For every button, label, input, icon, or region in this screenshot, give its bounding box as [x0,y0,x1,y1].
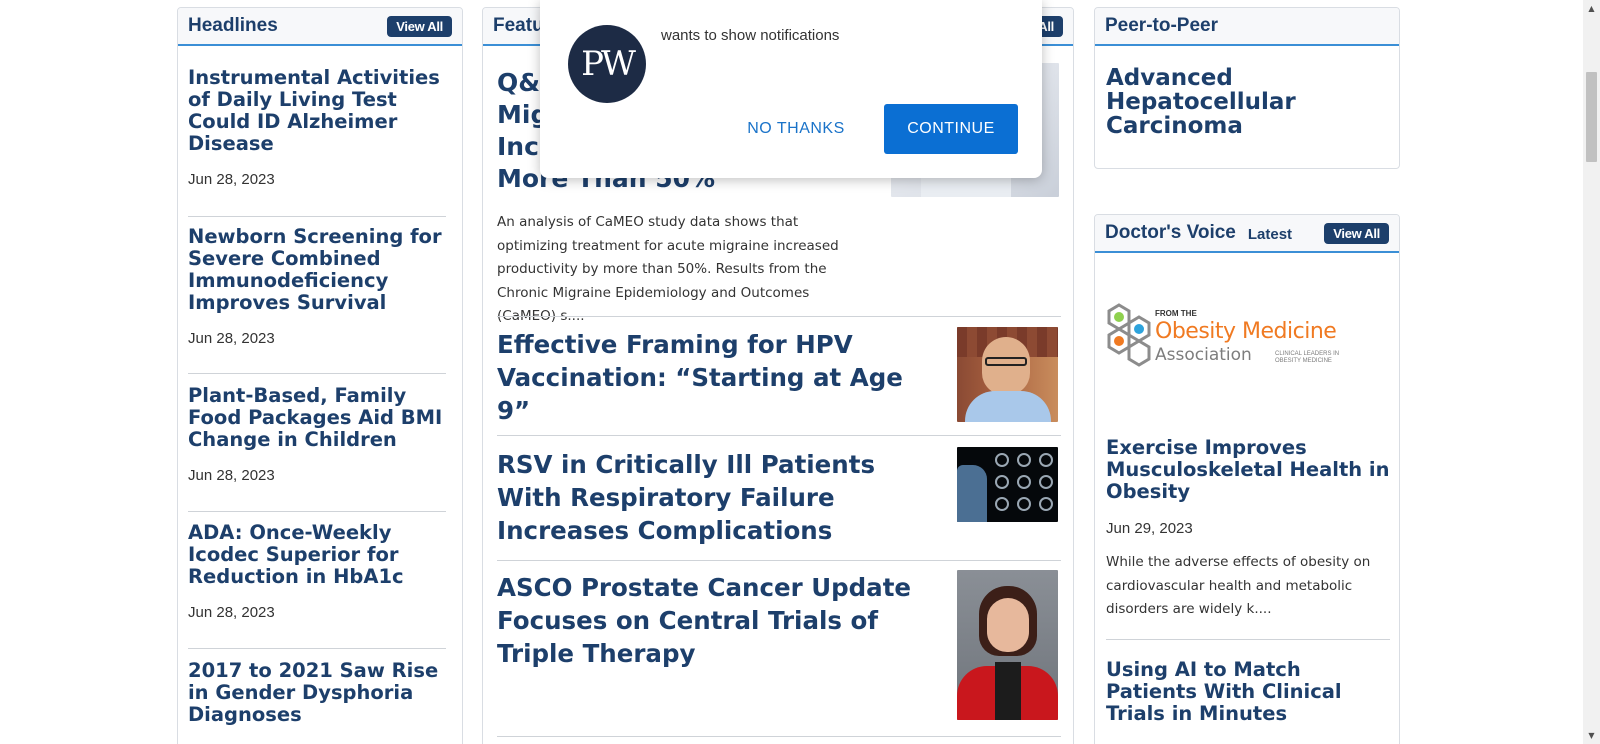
headline-title[interactable]: Plant-Based, Family Food Packages Aid BM… [188,385,448,451]
headline-title[interactable]: ADA: Once-Weekly Icodec Superior for Red… [188,522,448,588]
headline-item[interactable]: ADA: Once-Weekly Icodec Superior for Red… [188,522,448,588]
featured-article-title[interactable]: Effective Framing for HPV Vaccination: “… [497,328,917,427]
headlines-panel: Headlines View All Instrumental Activiti… [177,7,463,744]
scroll-up-arrow-icon[interactable]: ▲ [1583,0,1600,17]
obesity-medicine-logo[interactable]: FROM THE Obesity Medicine Association CL… [1105,303,1390,375]
logo-line1: Obesity Medicine [1155,319,1337,344]
peer-title: Peer-to-Peer [1105,15,1218,36]
featured-title: Featu [493,15,544,36]
featured-article-title[interactable]: ASCO Prostate Cancer Update Focuses on C… [497,571,937,670]
headlines-title: Headlines [188,15,278,36]
doctors-voice-article-title[interactable]: Using AI to Match Patients With Clinical… [1106,659,1391,725]
no-thanks-button[interactable]: NO THANKS [736,104,856,154]
featured-article-title[interactable]: RSV in Critically Ill Patients With Resp… [497,448,927,547]
vertical-scrollbar[interactable]: ▲ ▼ [1583,0,1600,744]
divider [497,560,1061,561]
headlines-view-all-button[interactable]: View All [387,16,452,37]
headline-date: Jun 28, 2023 [188,330,275,347]
notification-message: wants to show notifications [661,27,840,44]
headline-title[interactable]: Newborn Screening for Severe Combined Im… [188,226,448,314]
headlines-header: Headlines View All [178,8,462,46]
logo-from-the: FROM THE [1155,309,1197,318]
doctors-voice-latest-tab[interactable]: Latest [1248,226,1292,243]
headline-item[interactable]: 2017 to 2021 Saw Rise in Gender Dysphori… [188,660,448,726]
asco-article-image[interactable] [957,570,1058,720]
logo-line2: Association [1155,345,1252,365]
headline-item[interactable]: Instrumental Activities of Daily Living … [188,67,448,155]
divider [497,736,1061,737]
headline-date: Jun 28, 2023 [188,171,275,188]
scroll-down-arrow-icon[interactable]: ▼ [1583,727,1600,744]
divider [188,511,446,512]
headline-date: Jun 28, 2023 [188,467,275,484]
continue-button[interactable]: CONTINUE [884,104,1018,154]
headline-date: Jun 28, 2023 [188,604,275,621]
hpv-article-image[interactable] [957,327,1058,422]
doctors-voice-article-excerpt: While the adverse effects of obesity on … [1106,554,1371,617]
scrollbar-thumb[interactable] [1586,72,1597,162]
hexagon-cluster-icon [1107,303,1151,367]
divider [188,373,446,374]
doctors-voice-header: Doctor's Voice Latest View All [1095,215,1399,253]
headline-title[interactable]: 2017 to 2021 Saw Rise in Gender Dysphori… [188,660,448,726]
doctors-voice-article-title[interactable]: Exercise Improves Musculoskeletal Health… [1106,437,1391,503]
peer-panel: Peer-to-Peer Advanced Hepatocellular Car… [1094,7,1400,169]
headline-title[interactable]: Instrumental Activities of Daily Living … [188,67,448,155]
logo-tagline: CLINICAL LEADERS IN OBESITY MEDICINE [1275,351,1340,364]
headline-item[interactable]: Newborn Screening for Severe Combined Im… [188,226,448,314]
site-logo: PW [568,25,646,103]
divider [497,435,1061,436]
peer-article-title[interactable]: Advanced Hepatocellular Carcinoma [1106,66,1356,138]
notification-permission-dialog: PW wants to show notifications NO THANKS… [540,0,1042,178]
divider [188,648,446,649]
divider [188,216,446,217]
doctors-voice-title: Doctor's Voice [1105,222,1236,243]
lead-article-excerpt: An analysis of CaMEO study data shows th… [497,214,839,324]
divider [1106,639,1390,640]
headline-item[interactable]: Plant-Based, Family Food Packages Aid BM… [188,385,448,451]
divider [497,316,1061,317]
doctors-voice-panel: Doctor's Voice Latest View All FROM THE … [1094,214,1400,744]
rsv-article-image[interactable] [957,447,1058,522]
doctors-voice-view-all-button[interactable]: View All [1324,223,1389,244]
peer-header: Peer-to-Peer [1095,8,1399,46]
doctors-voice-article-date: Jun 29, 2023 [1106,520,1193,537]
